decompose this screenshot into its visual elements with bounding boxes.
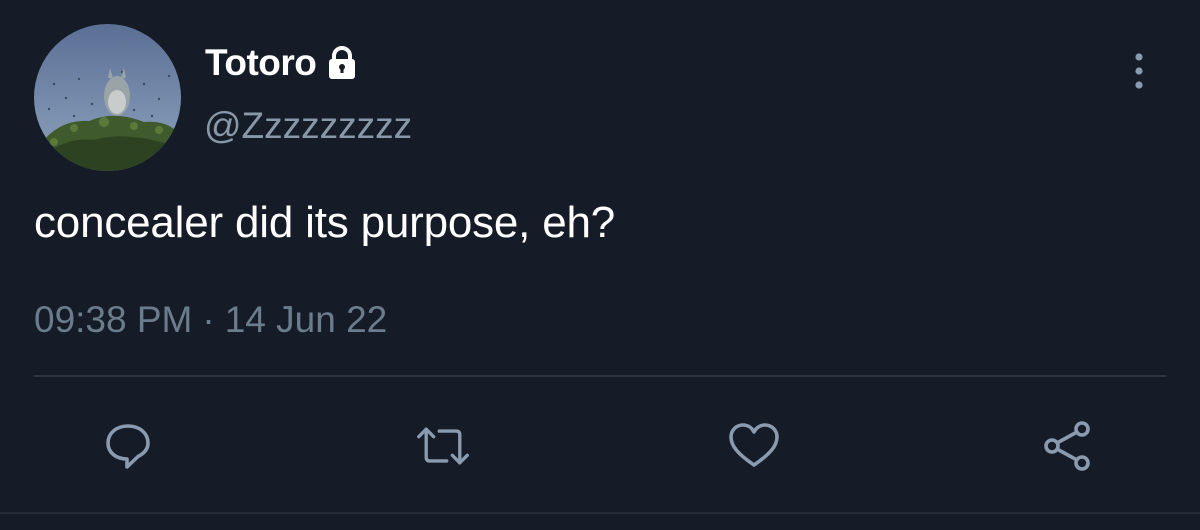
- tweet-card: Totoro @Zzzzzzzzz concealer did its purp…: [0, 0, 1200, 530]
- like-button[interactable]: [726, 418, 782, 474]
- tweet-date: 14 Jun 22: [224, 299, 388, 340]
- avatar[interactable]: [34, 24, 181, 171]
- reply-button[interactable]: [100, 418, 156, 474]
- reply-icon: [106, 424, 150, 469]
- share-button[interactable]: [1040, 418, 1096, 474]
- timestamp-separator: ·: [202, 299, 215, 340]
- tweet-text: concealer did its purpose, eh?: [34, 198, 616, 247]
- heart-icon: [729, 423, 779, 467]
- retweet-button[interactable]: [415, 418, 471, 474]
- share-icon: [1044, 421, 1090, 471]
- lock-icon: [324, 45, 360, 81]
- retweet-icon: [417, 427, 469, 465]
- user-handle[interactable]: @Zzzzzzzzz: [204, 105, 412, 147]
- tweet-time: 09:38 PM: [34, 299, 193, 340]
- bottom-divider: [0, 512, 1200, 514]
- avatar-image: [34, 24, 181, 171]
- divider: [34, 375, 1166, 377]
- display-name[interactable]: Totoro: [205, 42, 317, 84]
- more-vertical-icon[interactable]: [1128, 52, 1150, 90]
- display-name-row: Totoro: [205, 40, 360, 86]
- timestamp[interactable]: 09:38 PM · 14 Jun 22: [34, 299, 387, 341]
